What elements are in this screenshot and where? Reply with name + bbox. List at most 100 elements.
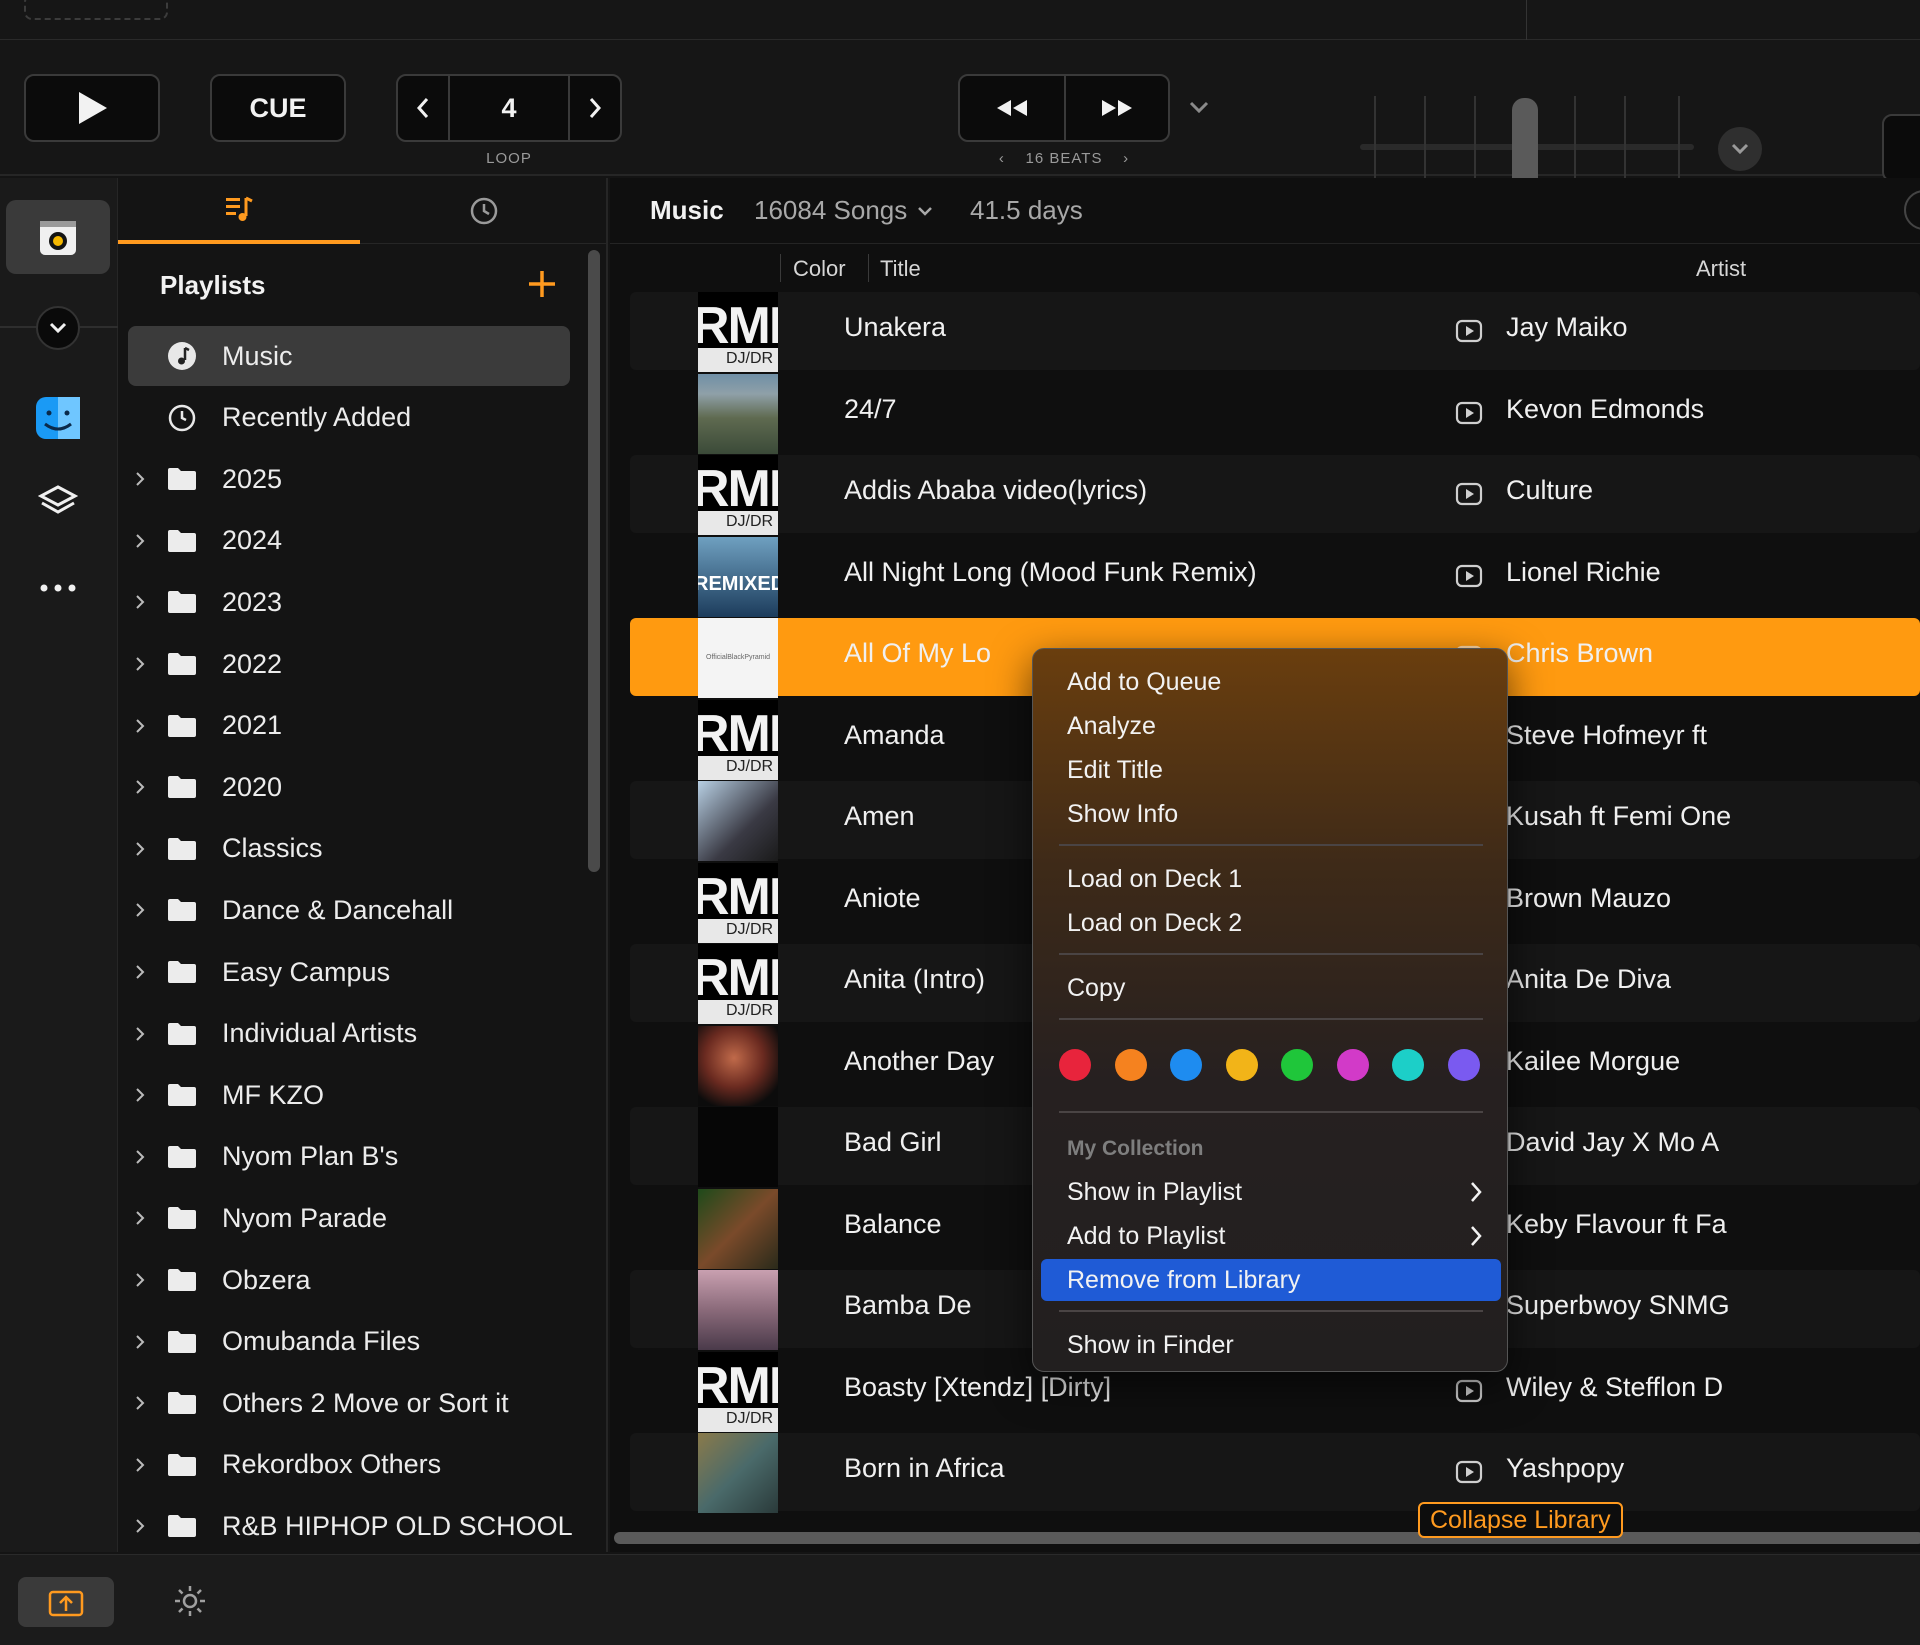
menu-item-edit-title[interactable]: Edit Title: [1041, 749, 1501, 791]
menu-item-add-to-queue[interactable]: Add to Queue: [1041, 661, 1501, 703]
playlist-item[interactable]: Others 2 Move or Sort it: [128, 1373, 570, 1433]
playlist-item[interactable]: Rekordbox Others: [128, 1435, 570, 1495]
chevron-right-icon[interactable]: [128, 841, 152, 857]
loop-decrease-button[interactable]: [398, 76, 448, 140]
track-artist: Superbwoy SNMG: [1506, 1290, 1730, 1320]
horizontal-scrollbar[interactable]: [614, 1532, 1920, 1544]
chevron-right-icon[interactable]: [128, 1518, 152, 1534]
chevron-right-icon[interactable]: [128, 964, 152, 980]
loop-increase-button[interactable]: [570, 76, 620, 140]
track-row[interactable]: 24/7 Kevon Edmonds: [630, 373, 1920, 454]
chevron-right-icon[interactable]: [128, 471, 152, 487]
menu-item-show-in-finder[interactable]: Show in Finder: [1041, 1324, 1501, 1366]
column-header-artist[interactable]: Artist: [1696, 256, 1746, 282]
beat-jump-back-button[interactable]: [960, 76, 1064, 140]
playlist-item[interactable]: 2025: [128, 449, 570, 509]
color-swatch[interactable]: [1059, 1049, 1091, 1081]
color-swatches: [1059, 1049, 1483, 1085]
music-note-icon: [164, 338, 200, 374]
color-swatch[interactable]: [1225, 1049, 1258, 1081]
playlist-item[interactable]: 2021: [128, 696, 570, 756]
column-header-title[interactable]: Title: [880, 256, 921, 282]
chevron-right-icon[interactable]: [128, 718, 152, 734]
beat-jump-label[interactable]: ‹ 16 BEATS ›: [958, 150, 1170, 167]
play-button[interactable]: [24, 74, 160, 142]
chevron-right-icon[interactable]: [128, 1087, 152, 1103]
drop-zone[interactable]: [24, 0, 168, 20]
menu-item-add-to-playlist[interactable]: Add to Playlist: [1041, 1215, 1501, 1257]
playlist-item[interactable]: 2024: [128, 511, 570, 571]
artwork-text: OfficialBlackPyramid: [706, 654, 771, 661]
chevron-right-icon[interactable]: [128, 1210, 152, 1226]
playlist-item[interactable]: Nyom Parade: [128, 1188, 570, 1248]
playlist-item[interactable]: MF KZO: [128, 1065, 570, 1125]
menu-item-show-info[interactable]: Show Info: [1041, 793, 1501, 835]
chevron-right-icon[interactable]: [128, 1395, 152, 1411]
column-header-color[interactable]: Color: [793, 256, 846, 282]
color-swatch[interactable]: [1114, 1049, 1147, 1081]
chevron-right-icon[interactable]: [128, 1334, 152, 1350]
playlist-item[interactable]: R&B HIPHOP OLD SCHOOL: [128, 1496, 573, 1556]
playlist-scrollbar[interactable]: [588, 250, 600, 872]
menu-item-load-deck-1[interactable]: Load on Deck 1: [1041, 858, 1501, 900]
brightness-button[interactable]: [170, 1581, 210, 1621]
add-playlist-button[interactable]: [522, 264, 562, 304]
tab-history[interactable]: [360, 178, 608, 244]
color-swatch[interactable]: [1447, 1049, 1480, 1081]
beat-jump-forward-button[interactable]: [1064, 76, 1168, 140]
menu-separator: [1059, 1111, 1483, 1113]
chevron-right-icon[interactable]: [128, 1149, 152, 1165]
menu-item-copy[interactable]: Copy: [1041, 967, 1501, 1009]
playlist-item[interactable]: 2020: [128, 757, 570, 817]
crossfader-options-button[interactable]: [1718, 127, 1762, 171]
expand-sources-button[interactable]: [36, 306, 80, 350]
playlist-item[interactable]: Nyom Plan B's: [128, 1127, 570, 1187]
track-row[interactable]: REMIXED All Night Long (Mood Funk Remix) L…: [630, 536, 1920, 617]
chevron-right-icon[interactable]: [128, 594, 152, 610]
track-row[interactable]: Born in Africa Yashpopy: [630, 1433, 1920, 1513]
playlist-item[interactable]: Obzera: [128, 1250, 570, 1310]
menu-item-remove-from-library[interactable]: Remove from Library: [1041, 1259, 1501, 1301]
menu-item-analyze[interactable]: Analyze: [1041, 705, 1501, 747]
menu-item-load-deck-2[interactable]: Load on Deck 2: [1041, 902, 1501, 944]
chevron-right-icon[interactable]: [128, 656, 152, 672]
playlist-item[interactable]: Individual Artists: [128, 1004, 570, 1064]
chevron-right-icon[interactable]: [128, 1026, 152, 1042]
color-swatch[interactable]: [1170, 1049, 1202, 1081]
menu-item-show-in-playlist[interactable]: Show in Playlist: [1041, 1171, 1501, 1213]
finder-source-button[interactable]: [30, 390, 86, 446]
track-row[interactable]: RMIXDJ/DR Unakera Jay Maiko: [630, 292, 1920, 372]
color-swatch[interactable]: [1336, 1049, 1369, 1081]
chevron-right-icon[interactable]: [128, 533, 152, 549]
playlist-item[interactable]: Dance & Dancehall: [128, 880, 570, 940]
folder-icon: [164, 1385, 200, 1421]
chevron-right-icon[interactable]: [128, 1272, 152, 1288]
cue-button[interactable]: CUE: [210, 74, 346, 142]
playlist-item[interactable]: Omubanda Files: [128, 1312, 570, 1372]
library-source-button[interactable]: [6, 200, 110, 274]
collapse-library-button[interactable]: Collapse Library: [1418, 1502, 1623, 1538]
song-count-dropdown[interactable]: 16084 Songs: [754, 195, 933, 226]
tab-playlists[interactable]: [118, 178, 360, 244]
sun-icon: [175, 1586, 205, 1616]
playlist-item[interactable]: Recently Added: [128, 388, 570, 448]
filter-button[interactable]: [1904, 190, 1920, 230]
playlist-item[interactable]: 2023: [128, 572, 570, 632]
chevron-right-icon[interactable]: [128, 902, 152, 918]
track-row[interactable]: RMIXDJ/DR Addis Ababa video(lyrics) Cultur…: [630, 455, 1920, 535]
chevron-right-icon[interactable]: [128, 1457, 152, 1473]
streaming-source-button[interactable]: [30, 474, 86, 530]
import-button[interactable]: [18, 1577, 114, 1627]
more-sources-button[interactable]: [30, 560, 86, 616]
playlist-item[interactable]: 2022: [128, 634, 570, 694]
playlist-item[interactable]: Classics: [128, 819, 570, 879]
playlist-item[interactable]: Easy Campus: [128, 942, 570, 1002]
deck-2-button[interactable]: [1882, 114, 1920, 182]
color-swatch[interactable]: [1281, 1049, 1313, 1081]
track-artist: Kailee Morgue: [1506, 1045, 1681, 1076]
chevron-right-icon[interactable]: [128, 779, 152, 795]
playlist-item[interactable]: Music: [128, 326, 570, 386]
beat-jump-dropdown[interactable]: [1186, 94, 1212, 120]
color-swatch[interactable]: [1392, 1049, 1424, 1081]
playlist-item-label: Nyom Plan B's: [222, 1141, 399, 1172]
